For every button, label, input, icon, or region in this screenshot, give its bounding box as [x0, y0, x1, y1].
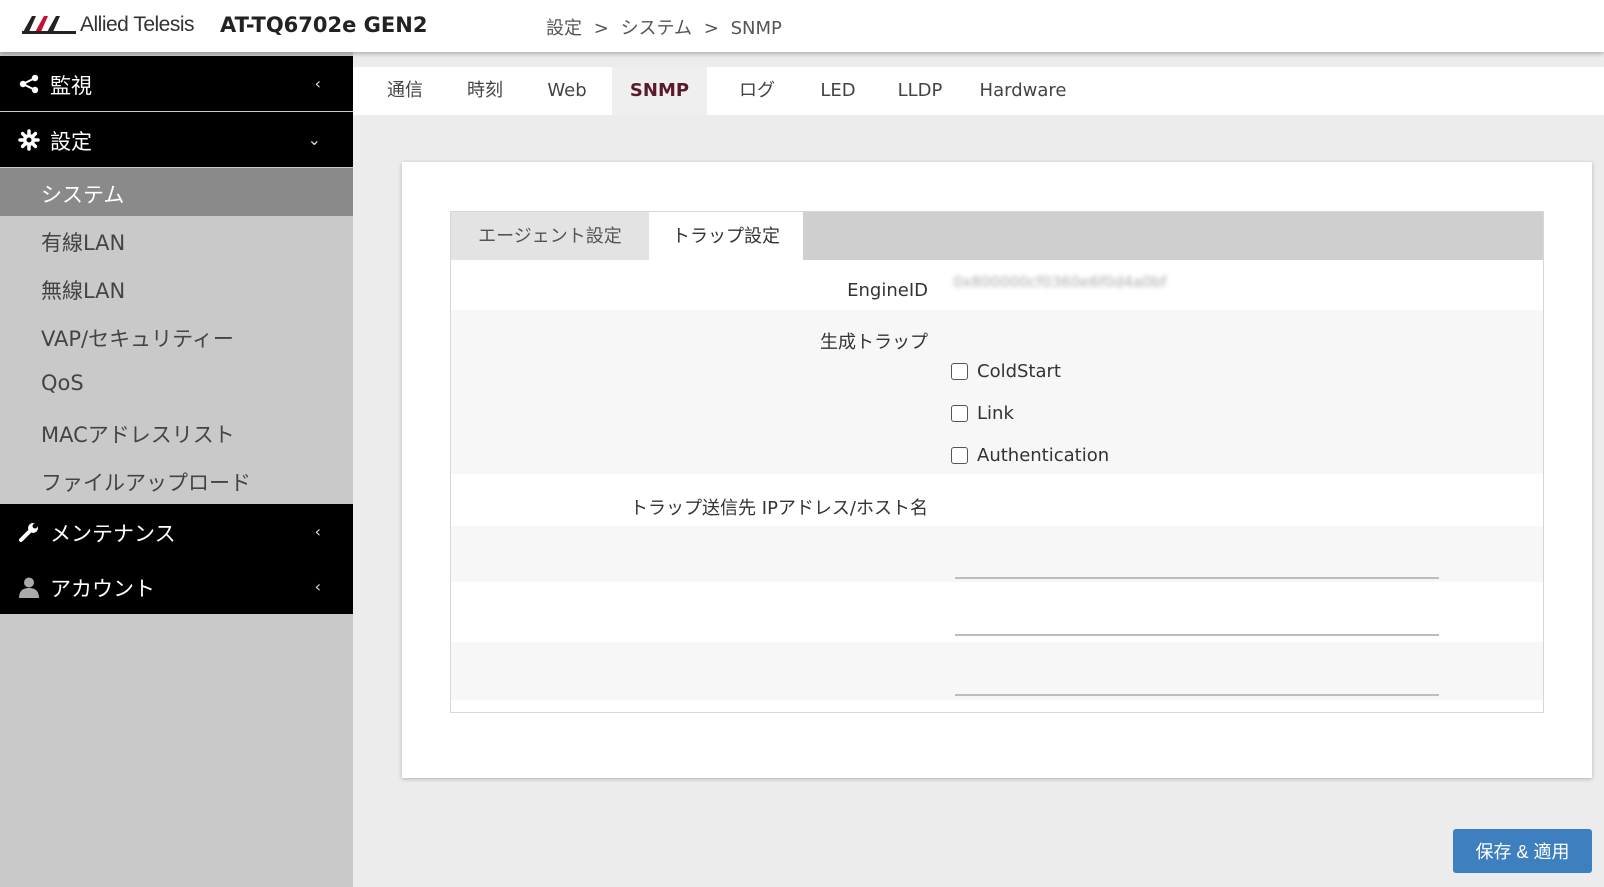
header: Allied Telesis AT-TQ6702e GEN2 設定 > システム…: [0, 0, 1604, 52]
brand-logo[interactable]: Allied Telesis: [22, 13, 195, 37]
sidebar-section-label: 設定: [50, 130, 92, 154]
generated-traps-row: 生成トラップ ColdStart Link Authentication: [451, 310, 1543, 474]
breadcrumb-separator: >: [703, 18, 719, 39]
subtab-agent-settings[interactable]: エージェント設定: [451, 212, 649, 260]
trap-link-checkbox[interactable]: Link: [951, 403, 1014, 424]
engine-id-value: 0x800000cf0360e6f0d4a0bf: [953, 273, 1167, 291]
tab-hardware[interactable]: Hardware: [968, 67, 1078, 115]
sidebar-item-mac-list[interactable]: MACアドレスリスト: [0, 408, 353, 456]
trap-destination-row: [451, 582, 1543, 642]
sidebar-section-label: 監視: [50, 74, 92, 98]
sidebar-item-label: ファイルアップロード: [41, 471, 251, 495]
trap-authentication-label: Authentication: [977, 445, 1110, 466]
trap-destination-input-1[interactable]: [955, 547, 1439, 579]
trap-destination-row: [451, 526, 1543, 582]
trap-destination-row: [451, 642, 1543, 700]
sidebar-item-wired-lan[interactable]: 有線LAN: [0, 216, 353, 264]
trap-destination-input-2[interactable]: [955, 604, 1439, 636]
sidebar-section-label: アカウント: [50, 577, 155, 601]
trap-link-label: Link: [977, 403, 1014, 424]
snmp-panel: エージェント設定 トラップ設定 EngineID 0x800000cf0360e…: [450, 211, 1544, 713]
checkbox-icon[interactable]: [951, 405, 968, 422]
save-apply-button[interactable]: 保存 & 適用: [1453, 829, 1592, 873]
breadcrumb: 設定 > システム > SNMP: [546, 14, 788, 40]
tab-web[interactable]: Web: [531, 67, 603, 115]
sidebar-item-system[interactable]: システム: [0, 168, 353, 216]
chevron-left-icon: ‹: [314, 577, 321, 596]
sidebar-item-vap-security[interactable]: VAP/セキュリティー: [0, 312, 353, 360]
sidebar-item-label: QoS: [41, 371, 84, 395]
engine-id-row: EngineID 0x800000cf0360e6f0d4a0bf: [451, 260, 1543, 310]
sidebar-section-settings[interactable]: 設定 ⌄: [0, 112, 353, 167]
sidebar-section-account[interactable]: アカウント ‹: [0, 559, 353, 614]
breadcrumb-item-settings[interactable]: 設定: [546, 18, 582, 39]
snmp-card: エージェント設定 トラップ設定 EngineID 0x800000cf0360e…: [402, 162, 1592, 778]
checkbox-icon[interactable]: [951, 447, 968, 464]
gear-icon: [18, 129, 40, 151]
tab-communication[interactable]: 通信: [371, 67, 439, 115]
sidebar: 監視 ‹ 設定 ⌄ システム 有線LAN 無線LAN VAP/セキュリティー Q…: [0, 52, 353, 887]
breadcrumb-item-system[interactable]: システム: [621, 18, 692, 39]
sidebar-item-qos[interactable]: QoS: [0, 360, 353, 408]
checkbox-icon[interactable]: [951, 363, 968, 380]
subtab-trap-settings[interactable]: トラップ設定: [649, 212, 803, 260]
user-icon: [19, 577, 39, 598]
engine-id-label: EngineID: [847, 280, 928, 301]
trap-coldstart-checkbox[interactable]: ColdStart: [951, 361, 1061, 382]
sidebar-item-label: システム: [41, 183, 125, 207]
settings-tabbar: 通信 時刻 Web SNMP ログ LED LLDP Hardware: [353, 67, 1604, 115]
tab-led[interactable]: LED: [803, 67, 873, 115]
trap-destination-input-3[interactable]: [955, 664, 1439, 696]
trap-destination-header-row: トラップ送信先 IPアドレス/ホスト名: [451, 474, 1543, 526]
generated-traps-label: 生成トラップ: [820, 332, 928, 353]
chevron-left-icon: ‹: [314, 522, 321, 541]
trap-coldstart-label: ColdStart: [977, 361, 1061, 382]
sidebar-item-label: 有線LAN: [41, 231, 126, 255]
tab-time[interactable]: 時刻: [451, 67, 519, 115]
snmp-subtabs: エージェント設定 トラップ設定: [451, 212, 1543, 260]
breadcrumb-separator: >: [593, 18, 609, 39]
chevron-left-icon: ‹: [314, 74, 321, 93]
sidebar-item-file-upload[interactable]: ファイルアップロード: [0, 456, 353, 504]
sidebar-item-label: 無線LAN: [41, 279, 126, 303]
tab-snmp[interactable]: SNMP: [612, 67, 707, 115]
sidebar-item-label: VAP/セキュリティー: [41, 327, 234, 351]
allied-telesis-logo-icon: [22, 16, 76, 34]
trap-authentication-checkbox[interactable]: Authentication: [951, 445, 1109, 466]
breadcrumb-item-snmp: SNMP: [730, 18, 782, 39]
brand-name: Allied Telesis: [80, 13, 195, 36]
tab-log[interactable]: ログ: [717, 67, 797, 115]
model-name: AT-TQ6702e GEN2: [220, 13, 428, 37]
sidebar-section-monitor[interactable]: 監視 ‹: [0, 56, 353, 111]
wrench-icon: [19, 523, 38, 542]
tab-lldp[interactable]: LLDP: [880, 67, 960, 115]
chevron-down-icon: ⌄: [307, 130, 321, 149]
sidebar-section-maintenance[interactable]: メンテナンス ‹: [0, 504, 353, 559]
sidebar-item-wireless-lan[interactable]: 無線LAN: [0, 264, 353, 312]
sidebar-section-label: メンテナンス: [50, 522, 176, 546]
trap-destination-label: トラップ送信先 IPアドレス/ホスト名: [630, 498, 928, 519]
share-icon: [19, 74, 39, 94]
sidebar-item-label: MACアドレスリスト: [41, 423, 235, 447]
